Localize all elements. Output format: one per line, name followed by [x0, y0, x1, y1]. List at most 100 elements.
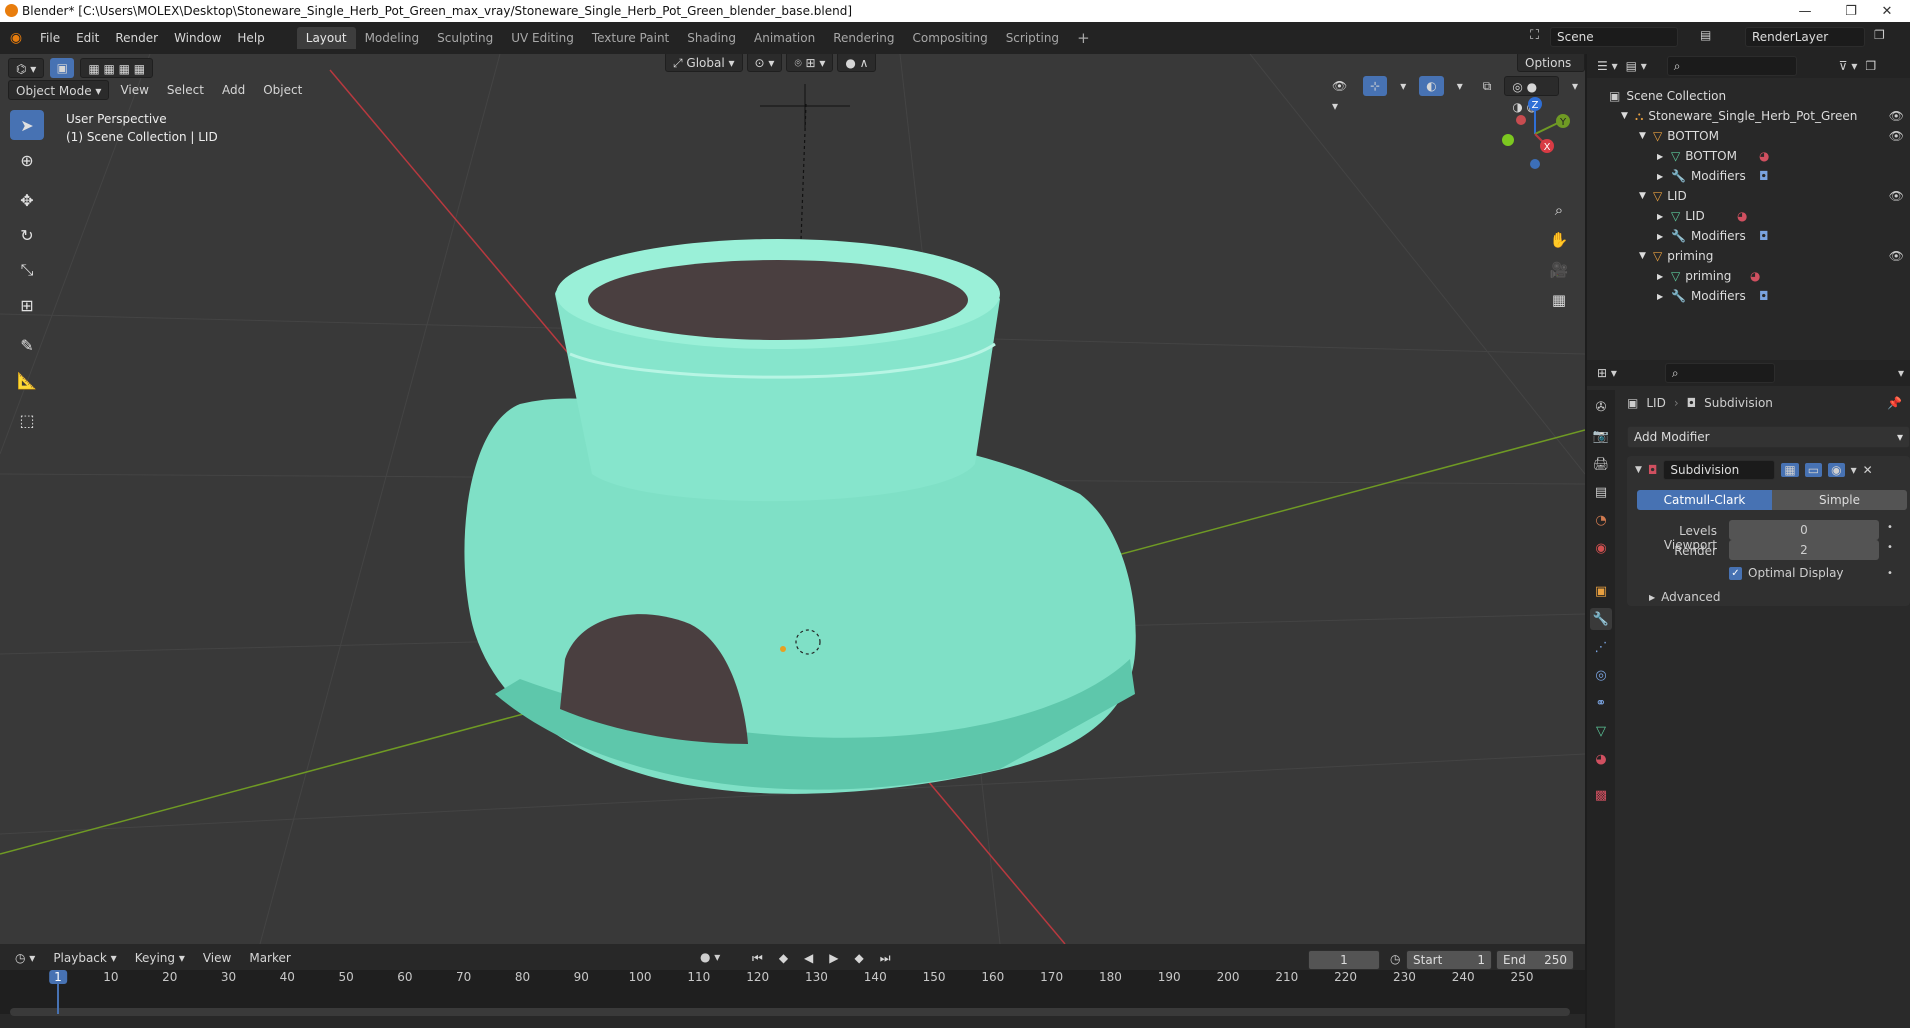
close-window-button[interactable]: ✕: [1864, 0, 1910, 22]
material-icon[interactable]: ◕: [1759, 149, 1769, 163]
overlays-toggle-icon[interactable]: ◐: [1419, 76, 1444, 96]
gizmo-neg-x-handle[interactable]: [1516, 115, 1526, 125]
workspace-tab-scripting[interactable]: Scripting: [997, 27, 1068, 49]
properties-options-icon[interactable]: ▾: [1898, 366, 1904, 380]
selection-mode-icons[interactable]: ▦ ▦ ▦ ▦: [80, 58, 154, 78]
world-tab-icon[interactable]: ◉: [1590, 537, 1612, 559]
keyframe-dot-icon[interactable]: •: [1887, 522, 1893, 533]
viewport-menu-view[interactable]: View: [113, 80, 155, 100]
xray-icon[interactable]: ⧉: [1476, 76, 1499, 96]
subdivision-modifier-icon[interactable]: ◘: [1759, 169, 1769, 183]
outliner-row-mesh[interactable]: ▶ ▽ BOTTOM ◕: [1587, 146, 1910, 166]
scene-tab-icon[interactable]: ◔: [1590, 509, 1612, 531]
expand-arrow-icon[interactable]: ▶: [1657, 272, 1671, 281]
workspace-tab-compositing[interactable]: Compositing: [903, 27, 996, 49]
timeline-menu-playback[interactable]: Playback ▾: [46, 948, 123, 968]
visibility-icon[interactable]: 👁 ▾: [1325, 76, 1357, 113]
object-mode-dropdown[interactable]: Object Mode ▾: [8, 80, 110, 100]
outliner-row-object[interactable]: ▼ ▽ LID 👁: [1587, 186, 1910, 206]
outliner-row-object[interactable]: ▼ ▽ BOTTOM 👁: [1587, 126, 1910, 146]
catmull-clark-button[interactable]: Catmull-Clark: [1637, 490, 1772, 510]
workspace-tab-sculpting[interactable]: Sculpting: [428, 27, 502, 49]
move-tool-icon[interactable]: ✥: [10, 185, 44, 215]
optimal-display-checkbox[interactable]: ✓: [1729, 566, 1742, 580]
modifier-tab-icon[interactable]: 🔧: [1590, 608, 1612, 630]
play-icon[interactable]: ▶: [822, 948, 845, 968]
overlays-dropdown-icon[interactable]: ▾: [1450, 76, 1470, 96]
filter-icon[interactable]: ⊽ ▾: [1839, 59, 1858, 73]
viewport-menu-add[interactable]: Add: [215, 80, 252, 100]
next-keyframe-icon[interactable]: ◆: [848, 948, 871, 968]
view-layer-tab-icon[interactable]: ▤: [1590, 481, 1612, 503]
render-toggle-icon[interactable]: ◉: [1828, 463, 1845, 477]
material-tab-icon[interactable]: ◕: [1590, 748, 1612, 770]
modifier-menu-icon[interactable]: ▾: [1851, 463, 1857, 477]
select-tool-icon[interactable]: ➤: [10, 110, 44, 140]
render-tab-icon[interactable]: 📷: [1590, 425, 1612, 447]
transform-tool-icon[interactable]: ⊞: [10, 290, 44, 320]
expand-arrow-icon[interactable]: ▶: [1657, 172, 1671, 181]
particles-tab-icon[interactable]: ⋰: [1590, 636, 1612, 658]
visibility-eye-icon[interactable]: 👁: [1889, 189, 1904, 203]
menu-render[interactable]: Render: [107, 31, 166, 45]
data-tab-icon[interactable]: ▽: [1590, 720, 1612, 742]
transform-orientation-dropdown[interactable]: ⤢ Global ▾: [665, 54, 743, 72]
viewport-toggle-icon[interactable]: ▭: [1804, 463, 1823, 477]
measure-tool-icon[interactable]: 📐: [10, 365, 44, 395]
gizmo-toggle-icon[interactable]: ⊹: [1363, 76, 1388, 96]
options-dropdown[interactable]: Options ▾: [1517, 54, 1585, 90]
viewport-menu-object[interactable]: Object: [256, 80, 309, 100]
gizmo-neg-z-handle[interactable]: [1530, 159, 1540, 169]
expand-arrow-icon[interactable]: ▶: [1657, 292, 1671, 301]
outliner-row-mesh[interactable]: ▶ ▽ priming ◕: [1587, 266, 1910, 286]
timeline-scrollbar[interactable]: [10, 1008, 1570, 1016]
navigation-gizmo[interactable]: Z Y X: [1490, 94, 1580, 174]
outliner-row-scene-collection[interactable]: ▣ Scene Collection: [1587, 86, 1910, 106]
menu-file[interactable]: File: [32, 31, 68, 45]
record-icon[interactable]: ● ▾: [700, 950, 720, 964]
shading-modes-icons[interactable]: ◎ ● ◑ ◍: [1504, 76, 1559, 114]
outliner-row-modifiers[interactable]: ▶ 🔧 Modifiers ◘: [1587, 226, 1910, 246]
workspace-tab-texture-paint[interactable]: Texture Paint: [583, 27, 678, 49]
outliner-row-modifiers[interactable]: ▶ 🔧 Modifiers ◘: [1587, 286, 1910, 306]
viewport-menu-select[interactable]: Select: [160, 80, 211, 100]
end-frame-field[interactable]: End 250: [1496, 950, 1574, 970]
shading-dropdown-icon[interactable]: ▾: [1565, 76, 1585, 96]
expand-arrow-icon[interactable]: ▶: [1657, 152, 1671, 161]
3d-viewport[interactable]: ⌬ ▾ ▣ ▦ ▦ ▦ ▦ Object Mode ▾ View Select …: [0, 54, 1585, 944]
workspace-tab-modeling[interactable]: Modeling: [356, 27, 429, 49]
expand-arrow-icon[interactable]: ▼: [1621, 111, 1635, 121]
outliner-row-collection[interactable]: ▼ ⛬ Stoneware_Single_Herb_Pot_Green 👁: [1587, 106, 1910, 126]
minimize-button[interactable]: —: [1782, 0, 1828, 22]
workspace-tab-rendering[interactable]: Rendering: [824, 27, 903, 49]
keyframe-dot-icon[interactable]: •: [1887, 542, 1893, 553]
menu-edit[interactable]: Edit: [68, 31, 107, 45]
visibility-eye-icon[interactable]: 👁: [1889, 109, 1904, 123]
gizmo-neg-y-handle[interactable]: [1502, 134, 1514, 146]
levels-viewport-field[interactable]: 0: [1729, 520, 1879, 540]
subdivision-modifier-icon[interactable]: ◘: [1759, 229, 1769, 243]
new-collection-icon[interactable]: ❐: [1865, 59, 1876, 73]
object-tab-icon[interactable]: ▣: [1590, 580, 1612, 602]
orthographic-grid-icon[interactable]: ▦: [1545, 286, 1573, 314]
remove-modifier-icon[interactable]: ✕: [1863, 463, 1873, 477]
expand-arrow-icon[interactable]: ▶: [1657, 212, 1671, 221]
scale-tool-icon[interactable]: ⤡: [10, 255, 44, 285]
blender-menu-icon[interactable]: ◉: [0, 30, 32, 46]
outliner-row-mesh[interactable]: ▶ ▽ LID ◕: [1587, 206, 1910, 226]
pin-icon[interactable]: 📌: [1887, 396, 1902, 410]
zoom-icon[interactable]: ⌕: [1545, 196, 1573, 224]
timeline-menu-view[interactable]: View: [196, 948, 238, 968]
scene-icon[interactable]: ⛶: [1530, 28, 1539, 43]
jump-end-icon[interactable]: ⏭: [873, 948, 898, 968]
current-frame-field[interactable]: 1: [1308, 950, 1380, 970]
advanced-subpanel-header[interactable]: ▶ Advanced: [1649, 590, 1720, 604]
subdivision-modifier-icon[interactable]: ◘: [1759, 289, 1769, 303]
outliner-editor-type-icon[interactable]: ☰ ▾: [1597, 59, 1618, 73]
start-frame-field[interactable]: Start 1: [1406, 950, 1492, 970]
properties-editor-type-icon[interactable]: ⊞ ▾: [1597, 366, 1617, 380]
visibility-eye-icon[interactable]: 👁: [1889, 249, 1904, 263]
outliner-row-object[interactable]: ▼ ▽ priming 👁: [1587, 246, 1910, 266]
menu-help[interactable]: Help: [229, 31, 272, 45]
timeline-menu-marker[interactable]: Marker: [242, 948, 297, 968]
